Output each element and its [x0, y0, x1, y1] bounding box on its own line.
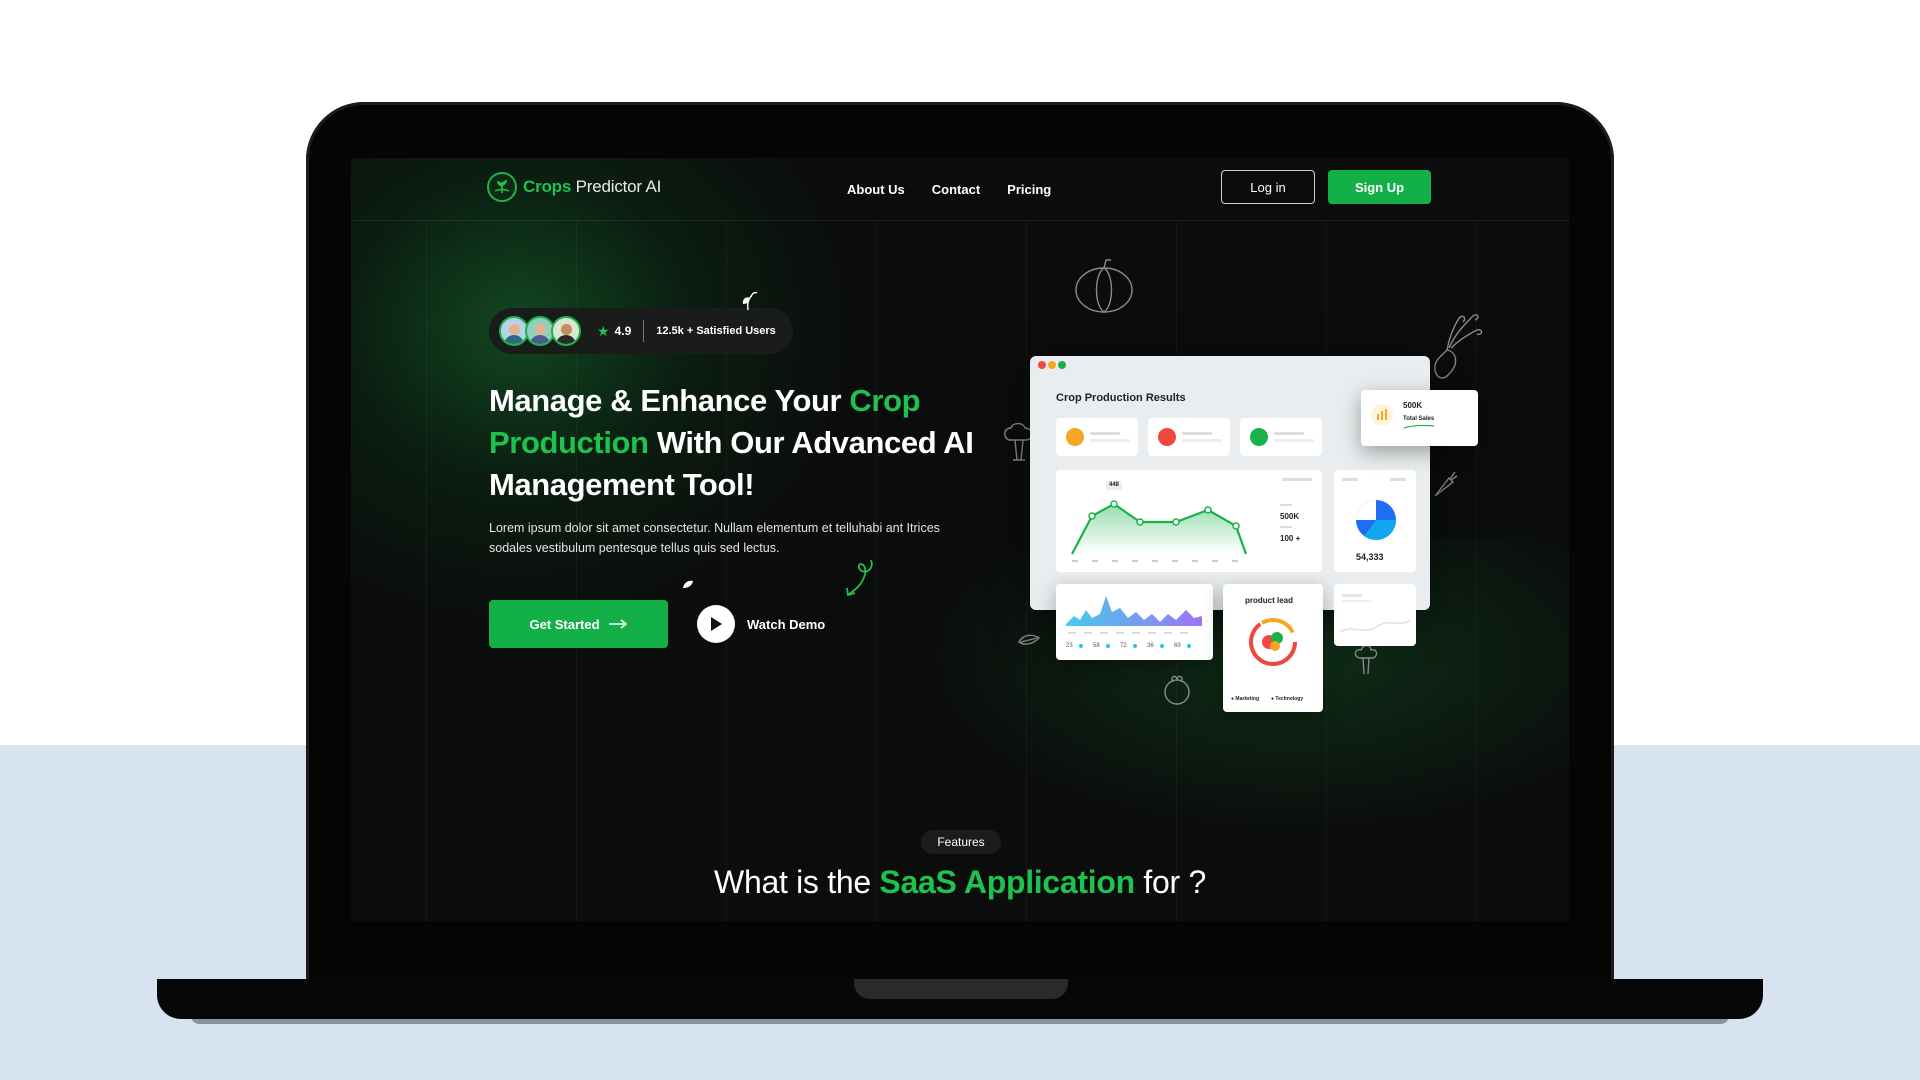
- area-value: 72: [1120, 643, 1127, 649]
- signup-button[interactable]: Sign Up: [1328, 170, 1431, 204]
- stat-card: [1056, 418, 1138, 456]
- features-title: What is the SaaS Application for ?: [351, 864, 1569, 901]
- nav-pricing[interactable]: Pricing: [1007, 182, 1051, 197]
- divider: [643, 320, 645, 342]
- window-dot-yellow: [1048, 361, 1056, 369]
- get-started-label: Get Started: [529, 616, 600, 632]
- sprout-doodle-icon: [742, 291, 758, 311]
- watch-demo-button[interactable]: Watch Demo: [697, 605, 825, 643]
- area-chart-card: 23 58 72 36 69: [1056, 584, 1213, 660]
- arrow-right-icon: [608, 617, 628, 632]
- area-value: 36: [1147, 643, 1154, 649]
- area-value: 69: [1174, 643, 1181, 649]
- grid-line: [1026, 220, 1027, 921]
- login-button[interactable]: Log in: [1221, 170, 1315, 204]
- brand-prefix: Crops: [523, 177, 572, 196]
- pie-value: 54,333: [1356, 552, 1384, 562]
- brand-suffix: Predictor AI: [571, 177, 662, 196]
- stat-card: [1240, 418, 1322, 456]
- total-sales-popup: 500K Total Sales: [1361, 390, 1478, 446]
- pumpkin-doodle-icon: [1075, 259, 1133, 313]
- features-title-part-1: What is the: [714, 864, 880, 900]
- legend-technology: ● Technology: [1271, 696, 1304, 702]
- leaf-doodle-icon: [1018, 634, 1041, 645]
- pie-chart-card: 54,333: [1334, 470, 1416, 572]
- get-started-button[interactable]: Get Started: [489, 600, 668, 648]
- product-lead-title: product lead: [1245, 596, 1294, 605]
- top-nav: Crops Predictor AI About Us Contact Pric…: [351, 158, 1569, 221]
- dashboard-title: Crop Production Results: [1056, 392, 1186, 404]
- area-chart: [1066, 596, 1202, 648]
- sales-label: Total Sales: [1403, 416, 1435, 422]
- line-chart: [1071, 478, 1312, 562]
- product-lead-card: product lead ● Marketing ● Technology: [1223, 584, 1323, 712]
- brand-name: Crops Predictor AI: [523, 177, 661, 197]
- star-icon: ★: [597, 322, 610, 339]
- hero-description: Lorem ipsum dolor sit amet consectetur. …: [489, 521, 940, 555]
- line-chart-card: 448 500K 100 +: [1056, 470, 1322, 572]
- hero-title: Manage & Enhance Your Crop Production Wi…: [489, 380, 979, 506]
- small-leaf-icon: [683, 580, 693, 588]
- legend-marketing-label: Marketing: [1235, 696, 1260, 702]
- swirl-arrow-icon: [846, 559, 873, 597]
- legend-marketing: ● Marketing: [1231, 696, 1260, 702]
- play-icon: [697, 605, 735, 643]
- area-value: 23: [1066, 643, 1073, 649]
- carrot-doodle-icon: [1434, 471, 1458, 497]
- area-value: 58: [1093, 643, 1100, 649]
- features-title-highlight: SaaS Application: [879, 864, 1135, 900]
- window-dot-red: [1038, 361, 1046, 369]
- rating-pill: ★ 4.9 12.5k + Satisfied Users: [489, 308, 793, 354]
- nav-contact[interactable]: Contact: [932, 182, 980, 197]
- hero-title-part-1: Manage & Enhance Your: [489, 383, 850, 418]
- legend-technology-label: Technology: [1275, 696, 1304, 702]
- peak-label: 448: [1109, 482, 1120, 488]
- rating-value: 4.9: [614, 324, 632, 338]
- features-pill: Features: [921, 830, 1001, 854]
- nav-about-us[interactable]: About Us: [847, 182, 905, 197]
- broccoli-small-doodle-icon: [1354, 644, 1378, 675]
- stat-card: [1148, 418, 1230, 456]
- bar-chart-icon: [1371, 404, 1393, 426]
- features-title-part-2: for ?: [1134, 864, 1206, 900]
- laptop-screen: Crops Predictor AI About Us Contact Pric…: [351, 158, 1569, 921]
- laptop-notch: [854, 979, 1068, 999]
- avatar: [551, 316, 581, 346]
- placeholder-card: [1334, 584, 1416, 646]
- brand-logo[interactable]: Crops Predictor AI: [487, 172, 661, 202]
- grid-line: [426, 220, 427, 921]
- window-dot-green: [1058, 361, 1066, 369]
- satisfied-users: 12.5k + Satisfied Users: [656, 325, 776, 337]
- sales-value: 500K: [1403, 401, 1423, 410]
- stat-100: 100 +: [1280, 534, 1301, 543]
- watch-demo-label: Watch Demo: [747, 616, 826, 632]
- donut-chart: [1249, 618, 1297, 666]
- veg-doodle-icon: [1164, 675, 1190, 705]
- leaf-logo-icon: [487, 172, 517, 202]
- nav-links: About Us Contact Pricing: [847, 182, 1051, 197]
- stat-500k: 500K: [1280, 512, 1300, 521]
